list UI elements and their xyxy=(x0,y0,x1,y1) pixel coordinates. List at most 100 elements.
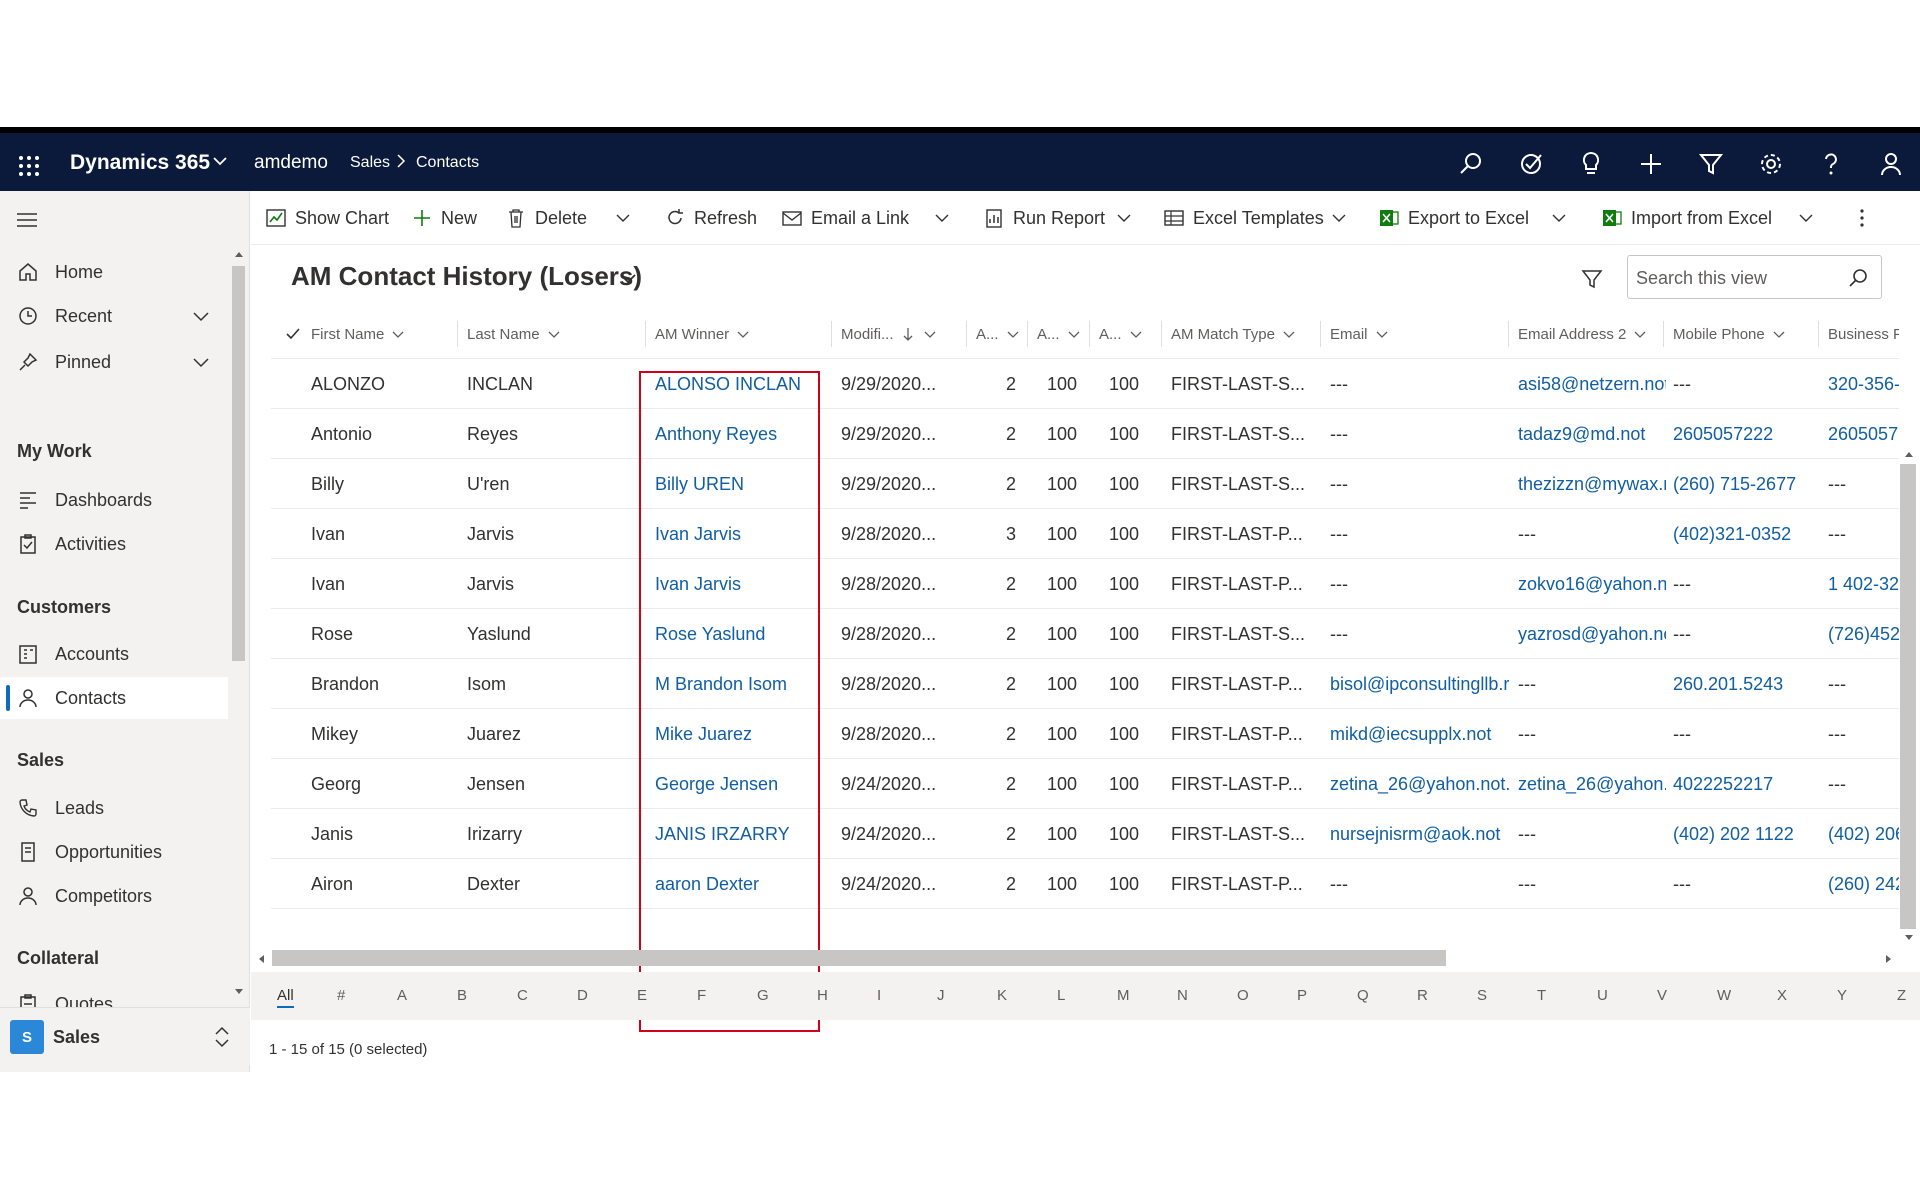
table-row[interactable]: Janis Irizarry JANIS IRZARRY 9/24/2020... 2 1… xyxy=(271,809,1899,859)
cell-mobile-phone[interactable]: (260) 715-2677 xyxy=(1673,459,1823,509)
jump-letter-u[interactable]: U xyxy=(1597,987,1608,1004)
column-header-email[interactable]: Email xyxy=(1330,309,1522,359)
jump-letter-n[interactable]: N xyxy=(1177,987,1188,1004)
column-divider[interactable] xyxy=(457,321,458,347)
chevron-down-icon[interactable] xyxy=(190,305,212,327)
email-link-button[interactable]: Email a Link xyxy=(781,205,909,231)
cell-am-winner[interactable]: JANIS IRZARRY xyxy=(655,809,835,859)
table-row[interactable]: Airon Dexter aaron Dexter 9/24/2020... 2 100 1… xyxy=(271,859,1899,909)
jump-letter-b[interactable]: B xyxy=(457,987,467,1004)
sidebar-item-home[interactable]: Home xyxy=(0,251,228,293)
column-header-last-name[interactable]: Last Name xyxy=(467,309,659,359)
environment-name[interactable]: amdemo xyxy=(254,152,328,174)
table-row[interactable]: Antonio Reyes Anthony Reyes 9/29/2020... 2 10… xyxy=(271,409,1899,459)
chevron-down-icon[interactable] xyxy=(390,326,406,342)
table-row[interactable]: Billy U'ren Billy UREN 9/29/2020... 2 100 100 F… xyxy=(271,459,1899,509)
app-title[interactable]: Dynamics 365 xyxy=(70,151,210,175)
cell-email-address-2[interactable]: asi58@netzern.not. xyxy=(1518,359,1666,409)
column-header-a1[interactable]: A... xyxy=(976,309,1028,359)
chevron-down-icon[interactable] xyxy=(922,326,938,342)
cell-business-phone[interactable]: 2605057222 xyxy=(1828,409,1899,459)
column-header-modified-on[interactable]: Modifi... xyxy=(841,309,973,359)
column-divider[interactable] xyxy=(831,321,832,347)
select-all-checkmark-icon[interactable] xyxy=(285,326,301,342)
user-icon[interactable] xyxy=(1876,149,1906,179)
cell-business-phone[interactable]: (726)452-33 xyxy=(1828,609,1899,659)
sidebar-item-recent[interactable]: Recent xyxy=(0,295,228,337)
column-header-business-phone[interactable]: Business Phone xyxy=(1828,309,1899,359)
jump-letter-x[interactable]: X xyxy=(1777,987,1787,1004)
column-divider[interactable] xyxy=(1320,321,1321,347)
cell-business-phone[interactable]: 1 402-321-0 xyxy=(1828,559,1899,609)
cell-business-phone[interactable]: 320-356-142 xyxy=(1828,359,1899,409)
table-row[interactable]: Rose Yaslund Rose Yaslund 9/28/2020... 2 100 1… xyxy=(271,609,1899,659)
column-header-email-address-2[interactable]: Email Address 2 xyxy=(1518,309,1678,359)
cell-email[interactable]: kandlirvinf@cow.not xyxy=(1330,909,1510,923)
jump-letter-a[interactable]: A xyxy=(397,987,407,1004)
scroll-down-icon[interactable] xyxy=(1903,933,1915,943)
cell-email[interactable]: zetina_26@yahon.not... xyxy=(1330,759,1510,809)
cell-am-winner[interactable]: George Jensen xyxy=(655,759,835,809)
chevron-down-icon[interactable] xyxy=(1374,326,1390,342)
chevron-down-icon[interactable] xyxy=(1771,326,1787,342)
chevron-down-icon[interactable] xyxy=(1005,326,1021,342)
export-excel-button[interactable]: Export to Excel xyxy=(1378,205,1529,231)
cell-email-address-2[interactable]: thezizzn@mywax.n xyxy=(1518,459,1666,509)
more-options-icon[interactable] xyxy=(1851,207,1873,229)
filter-icon[interactable] xyxy=(1696,149,1726,179)
lightbulb-icon[interactable] xyxy=(1576,149,1606,179)
settings-icon[interactable] xyxy=(1756,149,1786,179)
cell-email-address-2[interactable]: yazrosd@yahon.no xyxy=(1518,609,1666,659)
plus-icon[interactable] xyxy=(1636,149,1666,179)
table-row[interactable]: Linda Irving Linda Irving 9/23/2020... 2 100 1… xyxy=(271,909,1899,923)
jump-letter-p[interactable]: P xyxy=(1297,987,1307,1004)
scroll-up-icon[interactable] xyxy=(233,249,245,259)
excel-templates-button[interactable]: Excel Templates xyxy=(1163,205,1324,231)
chevron-down-icon[interactable] xyxy=(1795,207,1817,229)
jump-letter-q[interactable]: Q xyxy=(1357,987,1369,1004)
jump-letter-f[interactable]: F xyxy=(697,987,706,1004)
show-chart-button[interactable]: Show Chart xyxy=(265,205,389,231)
jump-letter-all[interactable]: All xyxy=(277,987,294,1008)
cell-am-winner[interactable]: Ivan Jarvis xyxy=(655,559,835,609)
chevron-down-icon[interactable] xyxy=(1281,326,1297,342)
help-icon[interactable] xyxy=(1816,149,1846,179)
jump-letter-m[interactable]: M xyxy=(1117,987,1130,1004)
chevron-down-icon[interactable] xyxy=(1128,326,1144,342)
jump-letter-s[interactable]: S xyxy=(1477,987,1487,1004)
sidebar-item-accounts[interactable]: Accounts xyxy=(0,633,228,675)
breadcrumb-contacts[interactable]: Contacts xyxy=(416,154,479,172)
chevron-down-icon[interactable] xyxy=(1632,326,1648,342)
jump-letter-y[interactable]: Y xyxy=(1837,987,1847,1004)
cell-am-winner[interactable]: Linda Irving xyxy=(655,909,835,923)
sidebar-item-opportunities[interactable]: Opportunities xyxy=(0,831,228,873)
sidebar-scrollbar-thumb[interactable] xyxy=(232,266,245,661)
cell-business-phone[interactable]: (260) 242-23 xyxy=(1828,859,1899,909)
column-header-am-winner[interactable]: AM Winner xyxy=(655,309,847,359)
scroll-down-icon[interactable] xyxy=(233,987,245,997)
task-icon[interactable] xyxy=(1516,149,1546,179)
jump-letter-k[interactable]: K xyxy=(997,987,1007,1004)
sidebar-item-dashboards[interactable]: Dashboards xyxy=(0,479,228,521)
view-title[interactable]: AM Contact History (Losers) xyxy=(291,261,642,292)
table-row[interactable]: ALONZO INCLAN ALONSO INCLAN 9/29/2020... 2 10… xyxy=(271,359,1899,409)
vertical-scrollbar-thumb[interactable] xyxy=(1900,464,1916,929)
cell-am-winner[interactable]: Billy UREN xyxy=(655,459,835,509)
column-divider[interactable] xyxy=(645,321,646,347)
chevron-down-icon[interactable] xyxy=(1066,326,1082,342)
column-header-a2[interactable]: A... xyxy=(1037,309,1089,359)
column-header-a3[interactable]: A... xyxy=(1099,309,1151,359)
cell-email-address-2[interactable]: zokvo16@yahon.nc xyxy=(1518,559,1666,609)
table-row[interactable]: Mikey Juarez Mike Juarez 9/28/2020... 2 100 10… xyxy=(271,709,1899,759)
jump-letter-e[interactable]: E xyxy=(637,987,647,1004)
chevron-down-icon[interactable] xyxy=(1113,207,1135,229)
jump-letter-c[interactable]: C xyxy=(517,987,528,1004)
cell-mobile-phone[interactable]: (402) 202 1122 xyxy=(1673,809,1823,859)
chevron-down-icon[interactable] xyxy=(190,351,212,373)
app-launcher-icon[interactable] xyxy=(14,151,44,181)
cell-am-winner[interactable]: ALONSO INCLAN xyxy=(655,359,835,409)
cell-email[interactable]: nursejnisrm@aok.not xyxy=(1330,809,1510,859)
column-divider[interactable] xyxy=(1161,321,1162,347)
chevron-down-icon[interactable] xyxy=(546,326,562,342)
search-icon[interactable] xyxy=(1846,266,1870,290)
